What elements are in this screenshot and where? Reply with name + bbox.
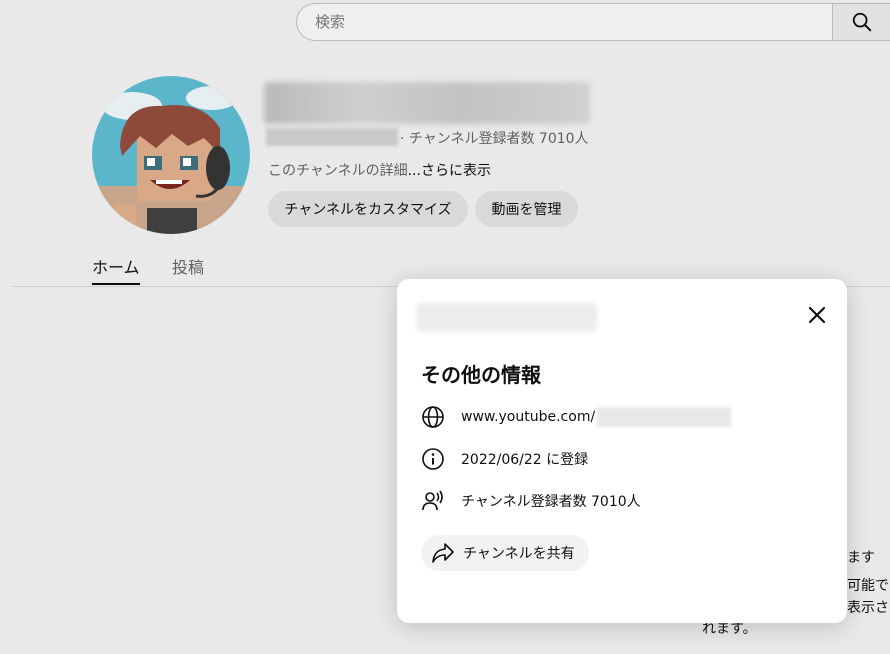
dialog-channel-name-redacted — [417, 303, 597, 331]
search-box[interactable] — [296, 3, 832, 41]
channel-page: · チャンネル登録者数 7010人 このチャンネルの詳細...さらに表示 チャン… — [0, 0, 890, 654]
tab-home-indicator — [92, 283, 140, 285]
globe-icon — [421, 404, 449, 430]
close-icon — [808, 306, 826, 324]
search-icon — [852, 12, 872, 32]
channel-url[interactable]: www.youtube.com/ — [461, 407, 732, 427]
search-button[interactable] — [832, 3, 890, 41]
close-button[interactable] — [803, 301, 831, 329]
more-link[interactable]: ...さらに表示 — [408, 163, 491, 179]
background-text: ます — [847, 550, 875, 566]
joined-date: 2022/06/22 に登録 — [461, 452, 589, 468]
subscribers-row: チャンネル登録者数 7010人 — [421, 488, 641, 514]
background-text: 可能で — [847, 578, 889, 594]
description-text: このチャンネルの詳細 — [268, 163, 408, 179]
share-icon — [432, 543, 454, 563]
joined-row: 2022/06/22 に登録 — [421, 446, 588, 472]
manage-videos-button[interactable]: 動画を管理 — [475, 191, 578, 227]
search-input[interactable] — [313, 12, 832, 32]
channel-url-row: www.youtube.com/ — [421, 404, 732, 430]
share-channel-button[interactable]: チャンネルを共有 — [421, 535, 589, 571]
info-icon — [421, 446, 449, 472]
subscribers-icon — [421, 488, 449, 514]
channel-avatar[interactable] — [92, 76, 250, 234]
channel-name-redacted — [264, 82, 590, 124]
channel-description[interactable]: このチャンネルの詳細...さらに表示 — [268, 160, 491, 180]
avatar-illustration — [92, 76, 250, 234]
customize-channel-button[interactable]: チャンネルをカスタマイズ — [268, 191, 468, 227]
subscriber-count: · チャンネル登録者数 7010人 — [400, 131, 589, 147]
subscriber-count-detail: チャンネル登録者数 7010人 — [461, 494, 641, 510]
tab-home[interactable]: ホーム — [92, 254, 140, 278]
channel-url-text: www.youtube.com/ — [461, 409, 596, 425]
tab-posts[interactable]: 投稿 — [172, 254, 204, 278]
dialog-heading: その他の情報 — [421, 363, 541, 387]
channel-url-redacted — [597, 407, 732, 427]
share-channel-label: チャンネルを共有 — [463, 546, 575, 562]
background-text: 表示さ — [847, 600, 889, 616]
about-dialog: その他の情報 www.youtube.com/ 2022/06/22 に登録 チ… — [397, 279, 847, 623]
channel-handle-redacted — [266, 128, 398, 146]
